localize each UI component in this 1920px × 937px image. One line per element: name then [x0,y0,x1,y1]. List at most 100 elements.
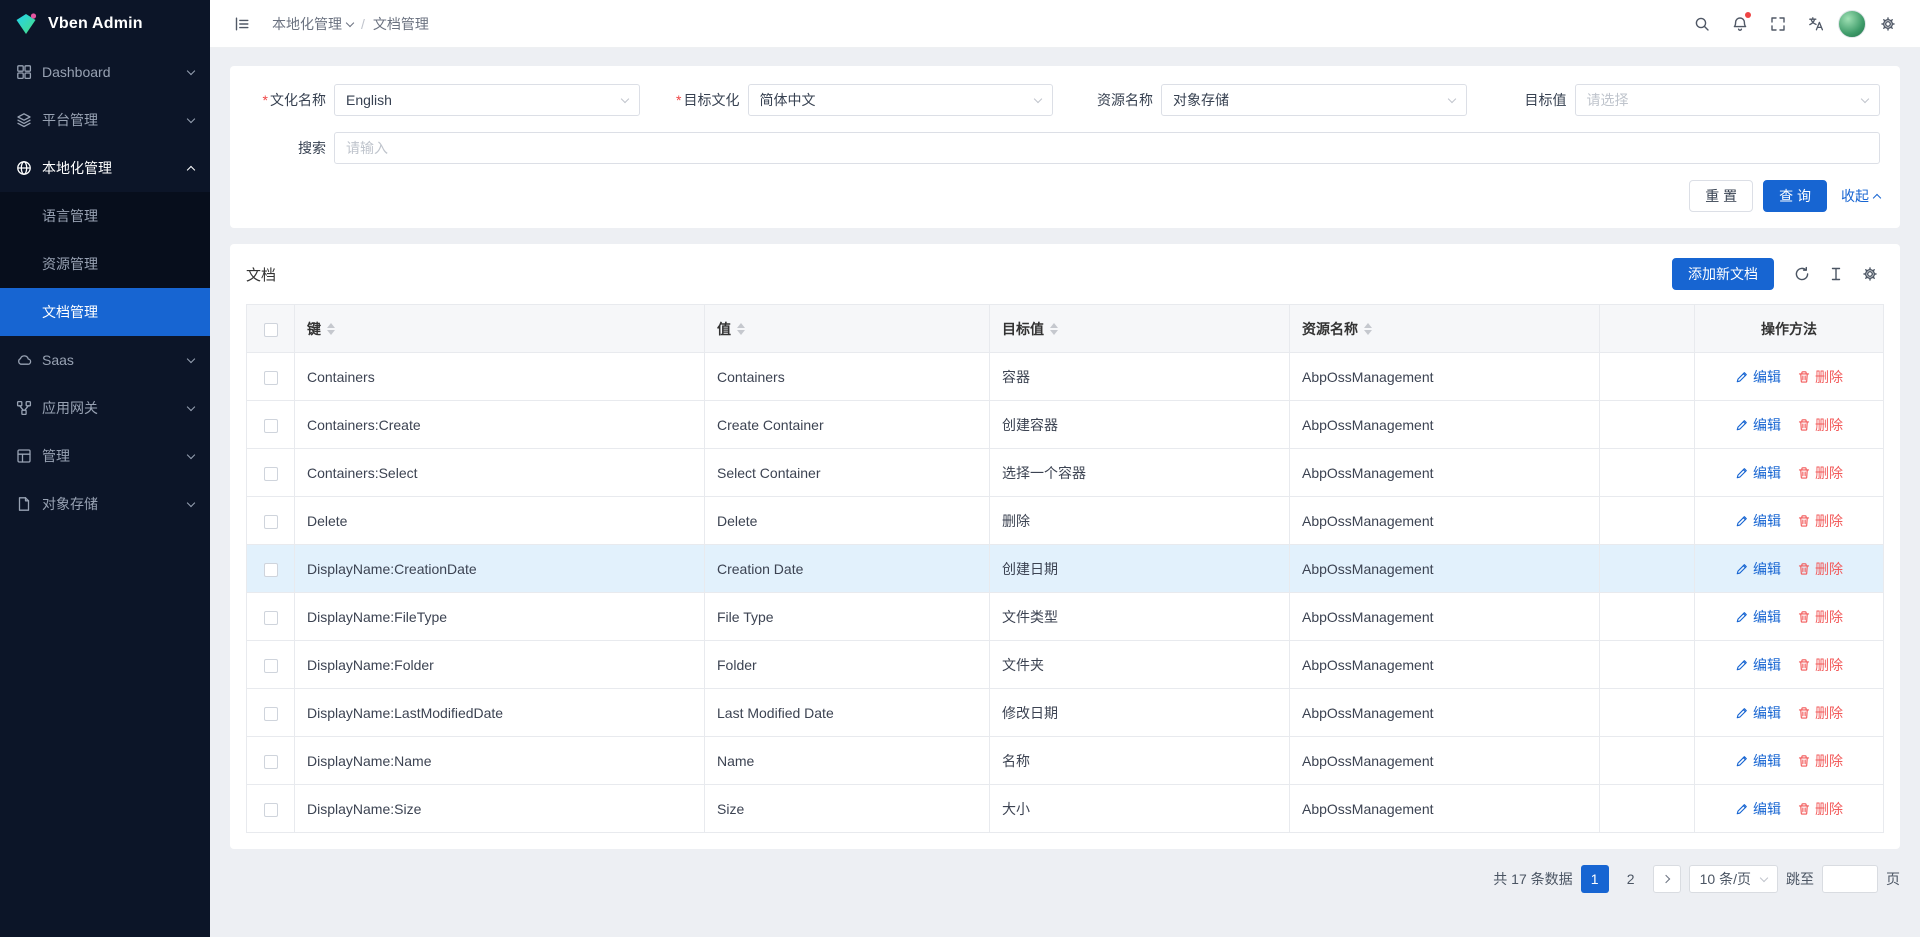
jump-page-input[interactable] [1822,865,1878,893]
edit-button[interactable]: 编辑 [1735,559,1781,579]
breadcrumb-parent[interactable]: 本地化管理 [272,14,353,34]
sort-icon[interactable] [327,323,335,335]
column-header-target-value[interactable]: 目标值 [990,305,1290,353]
page-size-select[interactable]: 10 条/页 [1689,865,1778,893]
row-checkbox[interactable] [264,803,278,817]
edit-label: 编辑 [1753,415,1781,435]
notifications-button[interactable] [1724,8,1756,40]
row-checkbox[interactable] [264,707,278,721]
search-input[interactable] [334,132,1880,164]
edit-label: 编辑 [1753,511,1781,531]
sidebar-collapse-button[interactable] [226,8,258,40]
table-row: DisplayName:Name Name 名称 AbpOssManagemen… [247,737,1884,785]
edit-button[interactable]: 编辑 [1735,751,1781,771]
row-checkbox[interactable] [264,659,278,673]
table-body: Containers Containers 容器 AbpOssManagemen… [247,353,1884,833]
resource-name-select[interactable]: 对象存储 [1161,84,1467,116]
user-avatar[interactable] [1838,10,1866,38]
sidebar-item-document-management[interactable]: 文档管理 [0,288,210,336]
saas-icon [16,352,32,368]
row-checkbox[interactable] [264,419,278,433]
delete-button[interactable]: 删除 [1797,799,1843,819]
query-button[interactable]: 查 询 [1763,180,1827,212]
target-culture-select[interactable]: 简体中文 [748,84,1054,116]
cell-target: 文件类型 [990,593,1290,641]
delete-label: 删除 [1815,511,1843,531]
fullscreen-button[interactable] [1762,8,1794,40]
cell-key: Containers:Select [295,449,705,497]
reset-button[interactable]: 重 置 [1689,180,1753,212]
sort-icon[interactable] [1050,323,1058,335]
app-root: Vben Admin Dashboard 平台 [0,0,1920,937]
row-checkbox[interactable] [264,467,278,481]
delete-button[interactable]: 删除 [1797,415,1843,435]
table-title: 文档 [246,264,276,285]
sidebar-item-language-management[interactable]: 语言管理 [0,192,210,240]
page-button-1[interactable]: 1 [1581,865,1609,893]
row-select-cell [247,785,295,833]
sidebar-item-saas[interactable]: Saas [0,336,210,384]
delete-button[interactable]: 删除 [1797,367,1843,387]
collapse-filter-link[interactable]: 收起 [1841,186,1880,206]
table-toolbar-actions: 添加新文档 [1672,258,1884,290]
target-value-select[interactable]: 请选择 [1575,84,1881,116]
gear-icon [1880,16,1896,32]
sidebar-item-label: 语言管理 [42,206,98,226]
column-header-resource-name[interactable]: 资源名称 [1290,305,1600,353]
edit-button[interactable]: 编辑 [1735,607,1781,627]
sidebar-item-management[interactable]: 管理 [0,432,210,480]
sort-icon[interactable] [1364,323,1372,335]
column-header-key[interactable]: 键 [295,305,705,353]
row-checkbox[interactable] [264,515,278,529]
table-settings-button[interactable] [1856,260,1884,288]
edit-button[interactable]: 编辑 [1735,799,1781,819]
translate-icon [1808,16,1824,32]
edit-label: 编辑 [1753,559,1781,579]
edit-button[interactable]: 编辑 [1735,655,1781,675]
edit-button[interactable]: 编辑 [1735,703,1781,723]
language-switch-button[interactable] [1800,8,1832,40]
sort-icon[interactable] [737,323,745,335]
column-header-value[interactable]: 值 [705,305,990,353]
edit-button[interactable]: 编辑 [1735,511,1781,531]
delete-button[interactable]: 删除 [1797,511,1843,531]
edit-label: 编辑 [1753,463,1781,483]
cell-value: Create Container [705,401,990,449]
edit-button[interactable]: 编辑 [1735,463,1781,483]
add-document-button[interactable]: 添加新文档 [1672,258,1774,290]
culture-name-select[interactable]: English [334,84,640,116]
logo[interactable]: Vben Admin [0,0,210,48]
page-button-2[interactable]: 2 [1617,865,1645,893]
delete-button[interactable]: 删除 [1797,607,1843,627]
select-all-checkbox[interactable] [264,323,278,337]
global-search-button[interactable] [1686,8,1718,40]
settings-button[interactable] [1872,8,1904,40]
sidebar-item-localization[interactable]: 本地化管理 [0,144,210,192]
delete-button[interactable]: 删除 [1797,703,1843,723]
edit-button[interactable]: 编辑 [1735,367,1781,387]
sidebar-item-dashboard[interactable]: Dashboard [0,48,210,96]
pencil-icon [1735,706,1749,720]
delete-button[interactable]: 删除 [1797,559,1843,579]
sidebar-item-object-storage[interactable]: 对象存储 [0,480,210,528]
notification-badge-dot [1745,12,1751,18]
storage-icon [16,496,32,512]
row-checkbox[interactable] [264,611,278,625]
refresh-button[interactable] [1788,260,1816,288]
row-height-button[interactable] [1822,260,1850,288]
row-checkbox[interactable] [264,371,278,385]
delete-button[interactable]: 删除 [1797,655,1843,675]
next-page-button[interactable] [1653,865,1681,893]
row-checkbox[interactable] [264,755,278,769]
sidebar-item-resource-management[interactable]: 资源管理 [0,240,210,288]
edit-button[interactable]: 编辑 [1735,415,1781,435]
topbar: 本地化管理 / 文档管理 [210,0,1920,48]
delete-button[interactable]: 删除 [1797,463,1843,483]
sidebar-item-gateway[interactable]: 应用网关 [0,384,210,432]
sidebar-item-platform[interactable]: 平台管理 [0,96,210,144]
row-checkbox[interactable] [264,563,278,577]
trash-icon [1797,610,1811,624]
cell-resource: AbpOssManagement [1290,449,1600,497]
sidebar-menu: Dashboard 平台管理 本地化管理 [0,48,210,937]
delete-button[interactable]: 删除 [1797,751,1843,771]
